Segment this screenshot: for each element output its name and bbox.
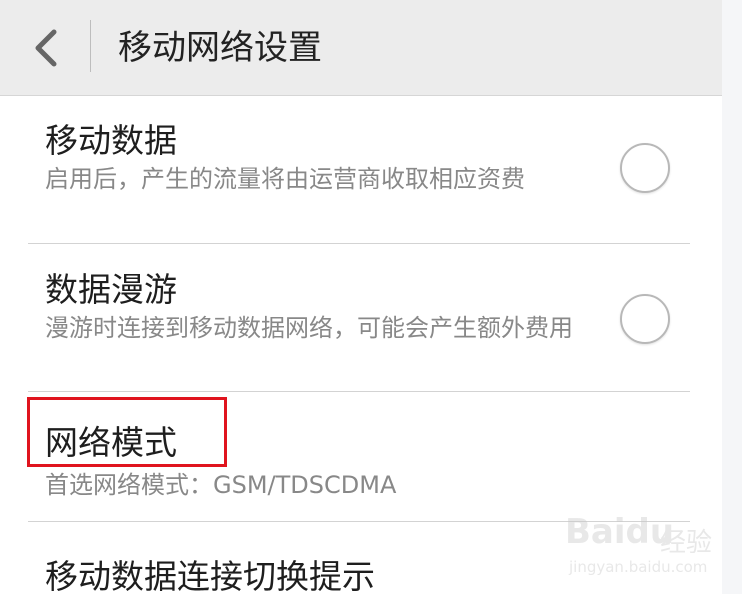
page-title: 移动网络设置 <box>118 28 322 68</box>
baidu-watermark: Baidu 经验 jingyan.baidu.com <box>565 512 735 582</box>
setting-description: 漫游时连接到移动数据网络，可能会产生额外费用 <box>45 314 573 342</box>
watermark-brand: Baidu <box>565 512 675 552</box>
setting-data-roaming[interactable]: 数据漫游 漫游时连接到移动数据网络，可能会产生额外费用 <box>0 244 722 391</box>
page-right-edge <box>722 0 742 594</box>
header-divider <box>90 20 91 72</box>
setting-summary: 首选网络模式：GSM/TDSCDMA <box>45 471 397 499</box>
annotation-highlight-box <box>27 397 227 467</box>
setting-title: 移动数据 <box>45 121 177 160</box>
back-button[interactable] <box>10 12 80 82</box>
mobile-data-toggle[interactable] <box>620 143 670 193</box>
data-roaming-toggle[interactable] <box>620 294 670 344</box>
setting-mobile-data[interactable]: 移动数据 启用后，产生的流量将由运营商收取相应资费 <box>0 96 722 243</box>
chevron-left-icon <box>35 29 57 67</box>
watermark-url: jingyan.baidu.com <box>569 558 708 576</box>
setting-title: 数据漫游 <box>45 270 177 309</box>
setting-description: 启用后，产生的流量将由运营商收取相应资费 <box>45 165 525 193</box>
setting-title: 移动数据连接切换提示 <box>45 557 375 596</box>
watermark-sub: 经验 <box>660 528 713 558</box>
app-header: 移动网络设置 <box>0 0 722 96</box>
